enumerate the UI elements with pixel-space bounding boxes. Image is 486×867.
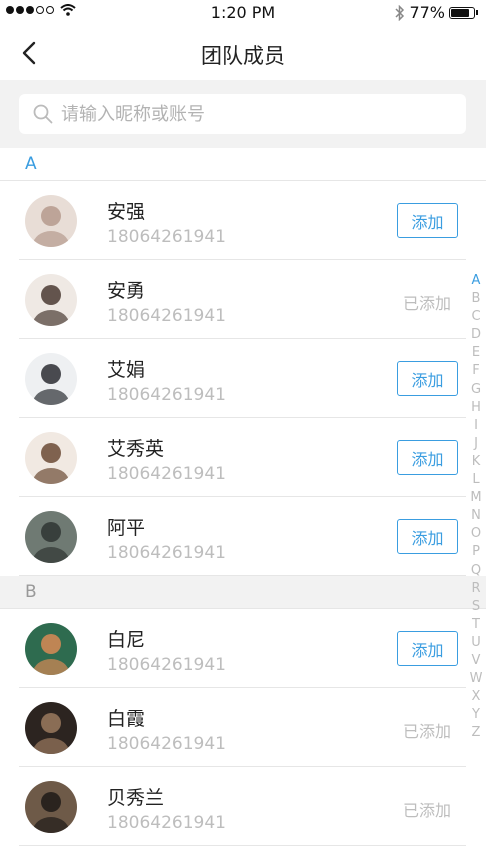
member-name: 白尼 [107,629,146,651]
index-letter[interactable]: P [466,543,486,561]
index-letter[interactable]: W [466,670,486,688]
bluetooth-icon [395,4,405,21]
battery-tip [476,10,478,15]
added-status: 已添加 [403,722,452,741]
member-row[interactable]: 艾娟 18064261941 添加 [0,339,466,418]
avatar [25,702,77,754]
index-letter[interactable]: N [466,507,486,525]
member-name: 阿平 [107,517,146,539]
member-phone: 18064261941 [107,734,226,754]
member-row[interactable]: 阿平 18064261941 添加 [0,497,466,576]
index-letter[interactable]: E [466,344,486,362]
added-status: 已添加 [403,801,452,820]
member-row[interactable]: 安勇 18064261941 已添加 [0,260,466,339]
battery-area: 77% [395,3,478,22]
add-button[interactable]: 添加 [397,203,458,238]
index-letter[interactable]: F [466,362,486,380]
index-letter[interactable]: J [466,435,486,453]
index-letter[interactable]: T [466,616,486,634]
member-phone: 18064261941 [107,655,226,675]
member-phone: 18064261941 [107,306,226,326]
row-divider [19,845,466,846]
add-button[interactable]: 添加 [397,440,458,475]
avatar [25,511,77,563]
search-icon [33,104,53,124]
battery-percent: 77% [409,3,445,22]
add-button[interactable]: 添加 [397,631,458,666]
avatar [25,432,77,484]
index-letter[interactable]: X [466,688,486,706]
member-name: 安勇 [107,280,146,302]
index-letter[interactable]: O [466,525,486,543]
avatar [25,623,77,675]
section-letter: B [25,582,37,602]
avatar [25,195,77,247]
search-input[interactable] [61,94,451,134]
member-row[interactable]: 贝秀兰 18064261941 已添加 [0,767,466,846]
add-button[interactable]: 添加 [397,361,458,396]
member-row[interactable]: 艾秀英 18064261941 添加 [0,418,466,497]
member-phone: 18064261941 [107,543,226,563]
battery-icon [449,6,475,19]
member-phone: 18064261941 [107,464,226,484]
index-letter[interactable]: Q [466,562,486,580]
index-letter[interactable]: H [466,399,486,417]
index-letter[interactable]: R [466,580,486,598]
add-button[interactable]: 添加 [397,519,458,554]
alphabet-index[interactable]: ABCDEFGHIJKLMNOPQRSTUVWXYZ [466,272,486,742]
member-phone: 18064261941 [107,385,226,405]
index-letter[interactable]: G [466,381,486,399]
section-header: B [0,576,486,609]
index-letter[interactable]: V [466,652,486,670]
index-letter[interactable]: L [466,471,486,489]
member-row[interactable]: 白尼 18064261941 添加 [0,609,466,688]
avatar [25,274,77,326]
section-letter: A [25,154,37,174]
index-letter[interactable]: Z [466,724,486,742]
page-title: 团队成员 [201,44,285,68]
member-row[interactable]: 白霞 18064261941 已添加 [0,688,466,767]
index-letter[interactable]: D [466,326,486,344]
index-letter[interactable]: C [466,308,486,326]
index-letter[interactable]: S [466,598,486,616]
avatar [25,353,77,405]
member-row[interactable]: 安强 18064261941 添加 [0,181,466,260]
index-letter[interactable]: K [466,453,486,471]
section-header: A [0,148,486,181]
member-name: 艾娟 [107,359,146,381]
index-letter[interactable]: A [466,272,486,290]
avatar [25,781,77,833]
added-status: 已添加 [403,294,452,313]
member-name: 白霞 [107,708,146,730]
member-name: 贝秀兰 [107,787,165,809]
index-letter[interactable]: M [466,489,486,507]
status-bar: 1:20 PM 77% [0,0,486,26]
nav-bar: 团队成员 [0,26,486,80]
member-name: 艾秀英 [107,438,165,460]
member-name: 安强 [107,201,146,223]
member-phone: 18064261941 [107,227,226,247]
search-bar-area [0,80,486,148]
index-letter[interactable]: B [466,290,486,308]
index-letter[interactable]: I [466,417,486,435]
index-letter[interactable]: U [466,634,486,652]
search-box[interactable] [19,94,466,134]
index-letter[interactable]: Y [466,706,486,724]
member-phone: 18064261941 [107,813,226,833]
